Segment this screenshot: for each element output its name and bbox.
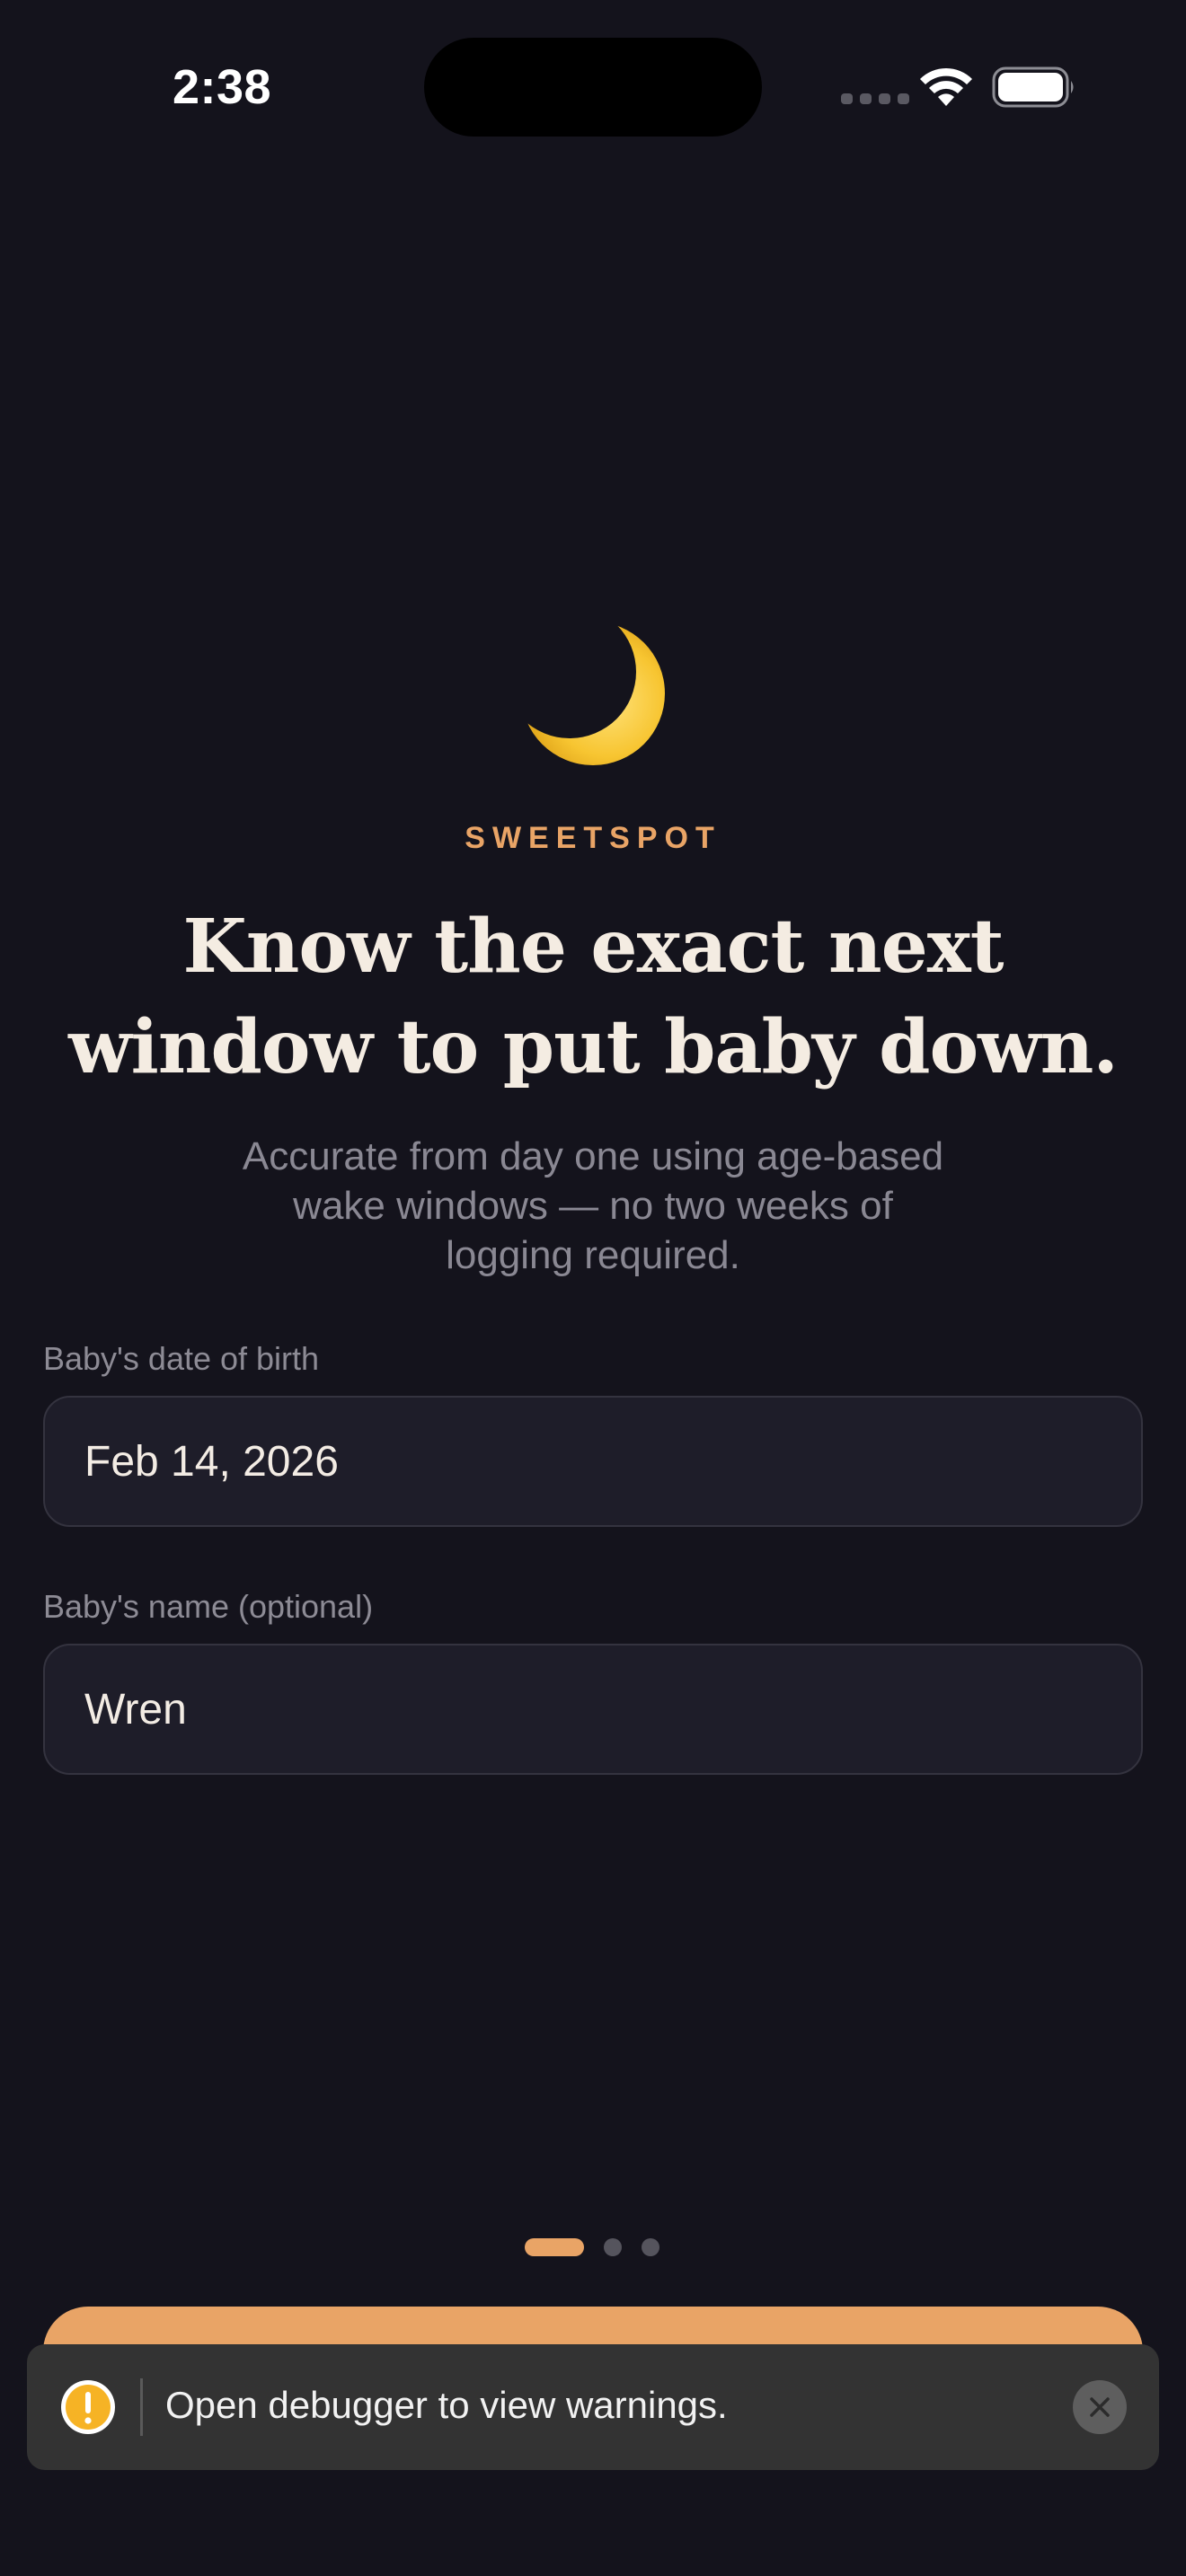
page-indicator: [525, 2238, 659, 2256]
debugger-warning-toast[interactable]: Open debugger to view warnings.: [27, 2344, 1159, 2470]
headline-line-2: window to put baby down.: [68, 1004, 1119, 1090]
subtitle-line-2: wake windows — no two weeks of: [293, 1184, 893, 1228]
name-input[interactable]: [84, 1684, 1102, 1734]
toast-message: Open debugger to view warnings.: [165, 2384, 728, 2426]
page-dot-2: [604, 2238, 622, 2256]
page-dot-1: [525, 2238, 584, 2256]
close-icon: [1090, 2397, 1110, 2417]
crescent-moon-icon: [521, 622, 665, 765]
name-label: Baby's name (optional): [43, 1588, 374, 1625]
subtitle-line-1: Accurate from day one using age-based: [242, 1134, 944, 1178]
name-field[interactable]: [43, 1644, 1143, 1775]
dob-value[interactable]: Feb 14, 2026: [84, 1437, 339, 1486]
dob-field[interactable]: Feb 14, 2026: [43, 1396, 1143, 1527]
toast-close-button[interactable]: [1073, 2380, 1127, 2434]
warning-icon: [61, 2380, 115, 2434]
subtitle-line-3: logging required.: [446, 1233, 740, 1277]
page-title: Know the exact next window to put baby d…: [36, 896, 1150, 1098]
status-time: 2:38: [173, 60, 272, 114]
battery-icon: [992, 66, 1074, 108]
dynamic-island: [424, 38, 762, 137]
wifi-icon: [920, 67, 972, 106]
brand-name: SWEETSPOT: [465, 821, 721, 855]
subtitle: Accurate from day one using age-based wa…: [189, 1132, 997, 1280]
toast-divider: [140, 2378, 143, 2436]
dob-label: Baby's date of birth: [43, 1340, 320, 1377]
page-dot-3: [642, 2238, 659, 2256]
cellular-signal-icon: [841, 93, 909, 104]
headline-line-1: Know the exact next: [182, 904, 1004, 990]
